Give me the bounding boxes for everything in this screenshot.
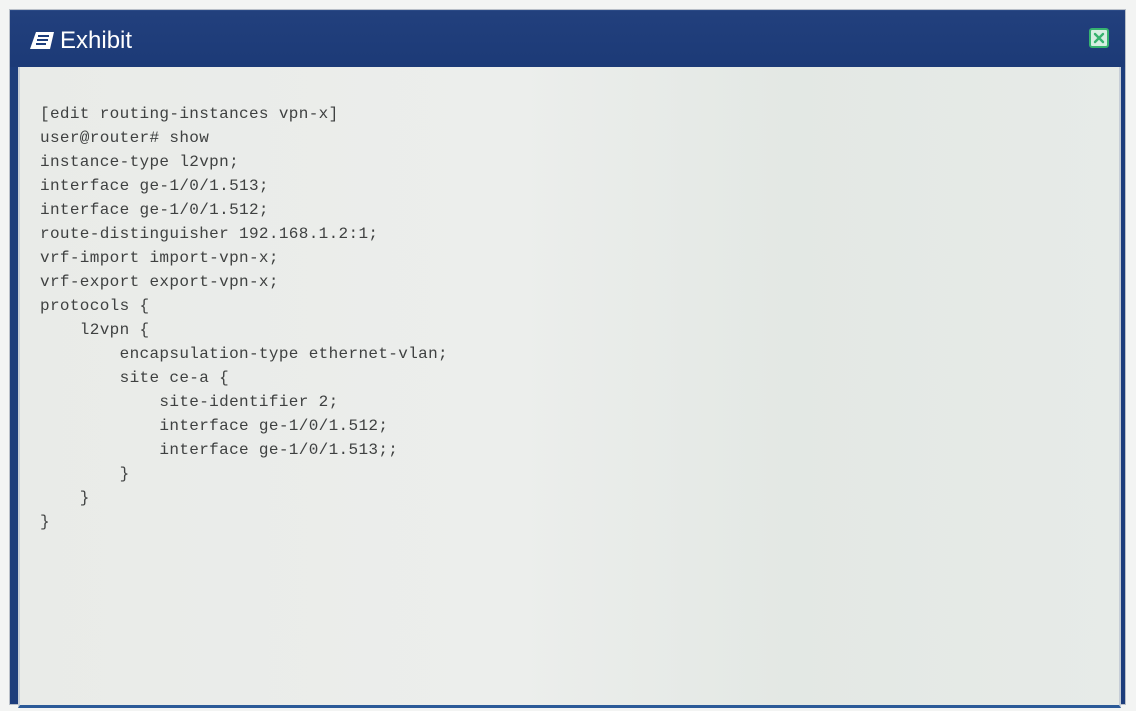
close-x-icon[interactable] [1088,27,1110,49]
cli-line: } [40,513,50,531]
screen: Exhibit [edit routing-instances vpn-x] us… [0,0,1136,711]
exhibit-icon [30,32,54,49]
cli-line: user@router# show [40,129,210,147]
cli-line: } [40,489,90,507]
cli-line: vrf-import import-vpn-x; [40,249,279,267]
cli-line: protocols { [40,297,150,315]
cli-line: } [40,465,130,483]
exhibit-window: Exhibit [edit routing-instances vpn-x] us… [10,10,1125,708]
cli-line: interface ge-1/0/1.513; [40,177,269,195]
cli-output: [edit routing-instances vpn-x] user@route… [40,102,1080,534]
cli-line: site-identifier 2; [40,393,339,411]
cli-line: vrf-export export-vpn-x; [40,273,279,291]
exhibit-content: [edit routing-instances vpn-x] user@route… [18,67,1121,708]
cli-line: [edit routing-instances vpn-x] [40,105,339,123]
cli-line: l2vpn { [40,321,150,339]
cli-line: site ce-a { [40,369,230,387]
cli-line: interface ge-1/0/1.513;; [40,441,399,459]
cli-line: encapsulation-type ethernet-vlan; [40,345,449,363]
exhibit-titlebar: Exhibit [10,11,1125,67]
cli-line: instance-type l2vpn; [40,153,240,171]
cli-line: route-distinguisher 192.168.1.2:1; [40,225,379,243]
cli-line: interface ge-1/0/1.512; [40,417,389,435]
cli-line: interface ge-1/0/1.512; [40,201,269,219]
exhibit-title: Exhibit [60,27,133,54]
